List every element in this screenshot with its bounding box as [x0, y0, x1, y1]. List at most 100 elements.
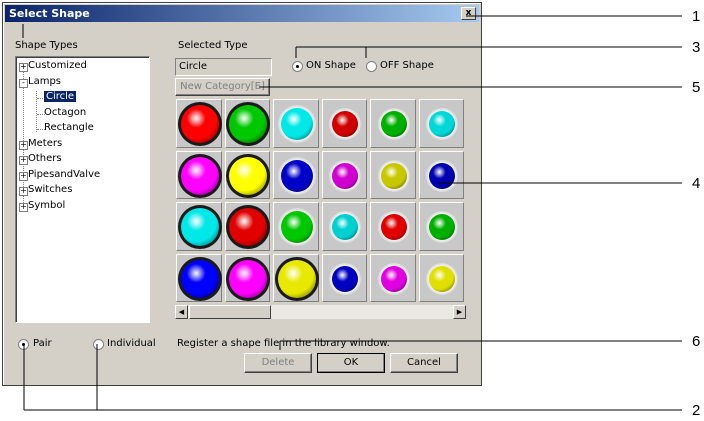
tree-item-customized[interactable]: Customized — [28, 60, 87, 71]
lamp-shape-cell[interactable] — [176, 253, 222, 302]
tree-item-octagon[interactable]: Octagon — [44, 107, 86, 118]
circle-lamp-icon — [229, 105, 268, 144]
lamp-bezel — [329, 108, 362, 141]
selected-type-label: Selected Type — [178, 40, 248, 51]
expand-icon[interactable]: + — [19, 187, 28, 196]
collapse-icon[interactable]: - — [19, 78, 28, 88]
lamp-shape-cell[interactable] — [370, 99, 416, 148]
pair-label: Pair — [33, 338, 52, 349]
circle-lamp-icon — [332, 111, 359, 138]
circle-lamp-icon — [332, 162, 359, 189]
circle-lamp-icon — [380, 162, 407, 189]
lamp-shape-cell[interactable] — [224, 202, 271, 251]
lamp-shape-cell[interactable] — [370, 150, 416, 199]
circle-lamp-icon — [229, 259, 268, 298]
on-shape-label: ON Shape — [306, 60, 356, 71]
lamp-shape-cell[interactable] — [321, 150, 367, 199]
shape-types-tree[interactable]: + Customized - Lamps Circle Octagon Rectangle +… — [15, 56, 150, 323]
lamp-shape-cell[interactable] — [273, 99, 319, 148]
tree-item-rectangle[interactable]: Rectangle — [44, 122, 94, 133]
lamp-bezel — [426, 262, 459, 295]
lamp-bezel — [177, 153, 222, 198]
lamp-shape-cell[interactable] — [224, 253, 271, 302]
lamp-shape-cell[interactable] — [176, 150, 222, 199]
expand-icon[interactable]: + — [19, 140, 28, 150]
tree-item-symbol[interactable]: Symbol — [28, 200, 65, 211]
selected-type-field: Circle — [175, 58, 272, 76]
tree-item-meters[interactable]: Meters — [28, 138, 62, 149]
lamp-shape-cell[interactable] — [176, 202, 222, 251]
lamp-bezel — [226, 256, 271, 301]
cancel-button[interactable]: Cancel — [390, 353, 458, 373]
circle-lamp-icon — [280, 211, 313, 244]
on-shape-radio[interactable] — [292, 61, 303, 72]
circle-lamp-icon — [429, 162, 456, 189]
circle-lamp-icon — [229, 156, 268, 195]
scroll-thumb[interactable] — [189, 305, 271, 319]
circle-lamp-icon — [332, 214, 359, 241]
tree-item-others[interactable]: Others — [28, 153, 62, 164]
lamp-bezel — [329, 262, 362, 295]
circle-lamp-icon — [277, 259, 316, 298]
expand-icon[interactable]: + — [19, 202, 28, 212]
expand-icon[interactable]: + — [19, 171, 28, 181]
shape-types-label: Shape Types — [15, 40, 78, 51]
selected-type-value: Circle — [179, 61, 208, 72]
off-shape-label: OFF Shape — [380, 60, 434, 71]
lamp-shape-cell[interactable] — [224, 99, 271, 148]
lamp-shape-cell[interactable] — [418, 253, 464, 302]
lamp-shape-cell[interactable] — [418, 150, 464, 199]
circle-lamp-icon — [229, 208, 268, 247]
lamp-bezel — [274, 256, 319, 301]
lamp-bezel — [426, 211, 459, 244]
off-shape-radio[interactable] — [366, 61, 377, 72]
lamp-shape-cell[interactable] — [370, 202, 416, 251]
lamp-shape-cell[interactable] — [273, 150, 319, 199]
individual-label: Individual — [107, 338, 156, 349]
expand-icon[interactable]: + — [19, 63, 28, 72]
horizontal-scrollbar[interactable]: ◀ ▶ — [175, 305, 466, 319]
tree-item-pipesandvalve[interactable]: PipesandValve — [28, 169, 100, 180]
expand-icon[interactable]: + — [19, 156, 28, 165]
title-bar: Select Shape x — [5, 5, 479, 22]
tree-item-lamps[interactable]: Lamps — [28, 76, 61, 87]
lamp-bezel — [277, 105, 316, 144]
lamp-bezel — [226, 153, 271, 198]
lamp-bezel — [377, 211, 410, 244]
lamp-bezel — [226, 102, 271, 147]
circle-lamp-icon — [180, 208, 219, 247]
tree-item-circle[interactable]: Circle — [44, 91, 77, 102]
scroll-right-arrow-icon[interactable]: ▶ — [453, 305, 466, 319]
circle-lamp-icon — [429, 111, 456, 138]
lamp-shape-cell[interactable] — [418, 99, 464, 148]
circle-lamp-icon — [280, 108, 313, 141]
lamp-bezel — [177, 102, 222, 147]
circle-lamp-icon — [429, 214, 456, 241]
lamp-bezel — [177, 256, 222, 301]
ok-button[interactable]: OK — [317, 353, 385, 373]
lamp-bezel — [329, 159, 362, 192]
lamp-shape-cell[interactable] — [321, 253, 367, 302]
lamp-shape-cell[interactable] — [224, 150, 271, 199]
circle-lamp-icon — [180, 105, 219, 144]
pair-radio[interactable] — [18, 339, 29, 350]
lamp-shape-cell[interactable] — [273, 202, 319, 251]
lamp-bezel — [277, 156, 316, 195]
new-category-button[interactable]: New Category[E] — [175, 78, 270, 96]
lamp-bezel — [377, 262, 410, 295]
lamp-bezel — [277, 208, 316, 247]
lamp-shape-cell[interactable] — [273, 253, 319, 302]
lamp-shape-cell[interactable] — [418, 202, 464, 251]
lamp-shape-cell[interactable] — [321, 202, 367, 251]
shape-library-grid[interactable] — [176, 99, 466, 305]
lamp-shape-cell[interactable] — [176, 99, 222, 148]
tree-item-switches[interactable]: Switches — [28, 184, 72, 195]
individual-radio[interactable] — [93, 339, 104, 350]
lamp-bezel — [426, 159, 459, 192]
lamp-shape-cell[interactable] — [370, 253, 416, 302]
delete-button[interactable]: Delete — [244, 353, 312, 373]
lamp-shape-cell[interactable] — [321, 99, 367, 148]
close-button[interactable]: x — [461, 7, 476, 20]
scroll-left-arrow-icon[interactable]: ◀ — [175, 305, 188, 319]
circle-lamp-icon — [380, 214, 407, 241]
